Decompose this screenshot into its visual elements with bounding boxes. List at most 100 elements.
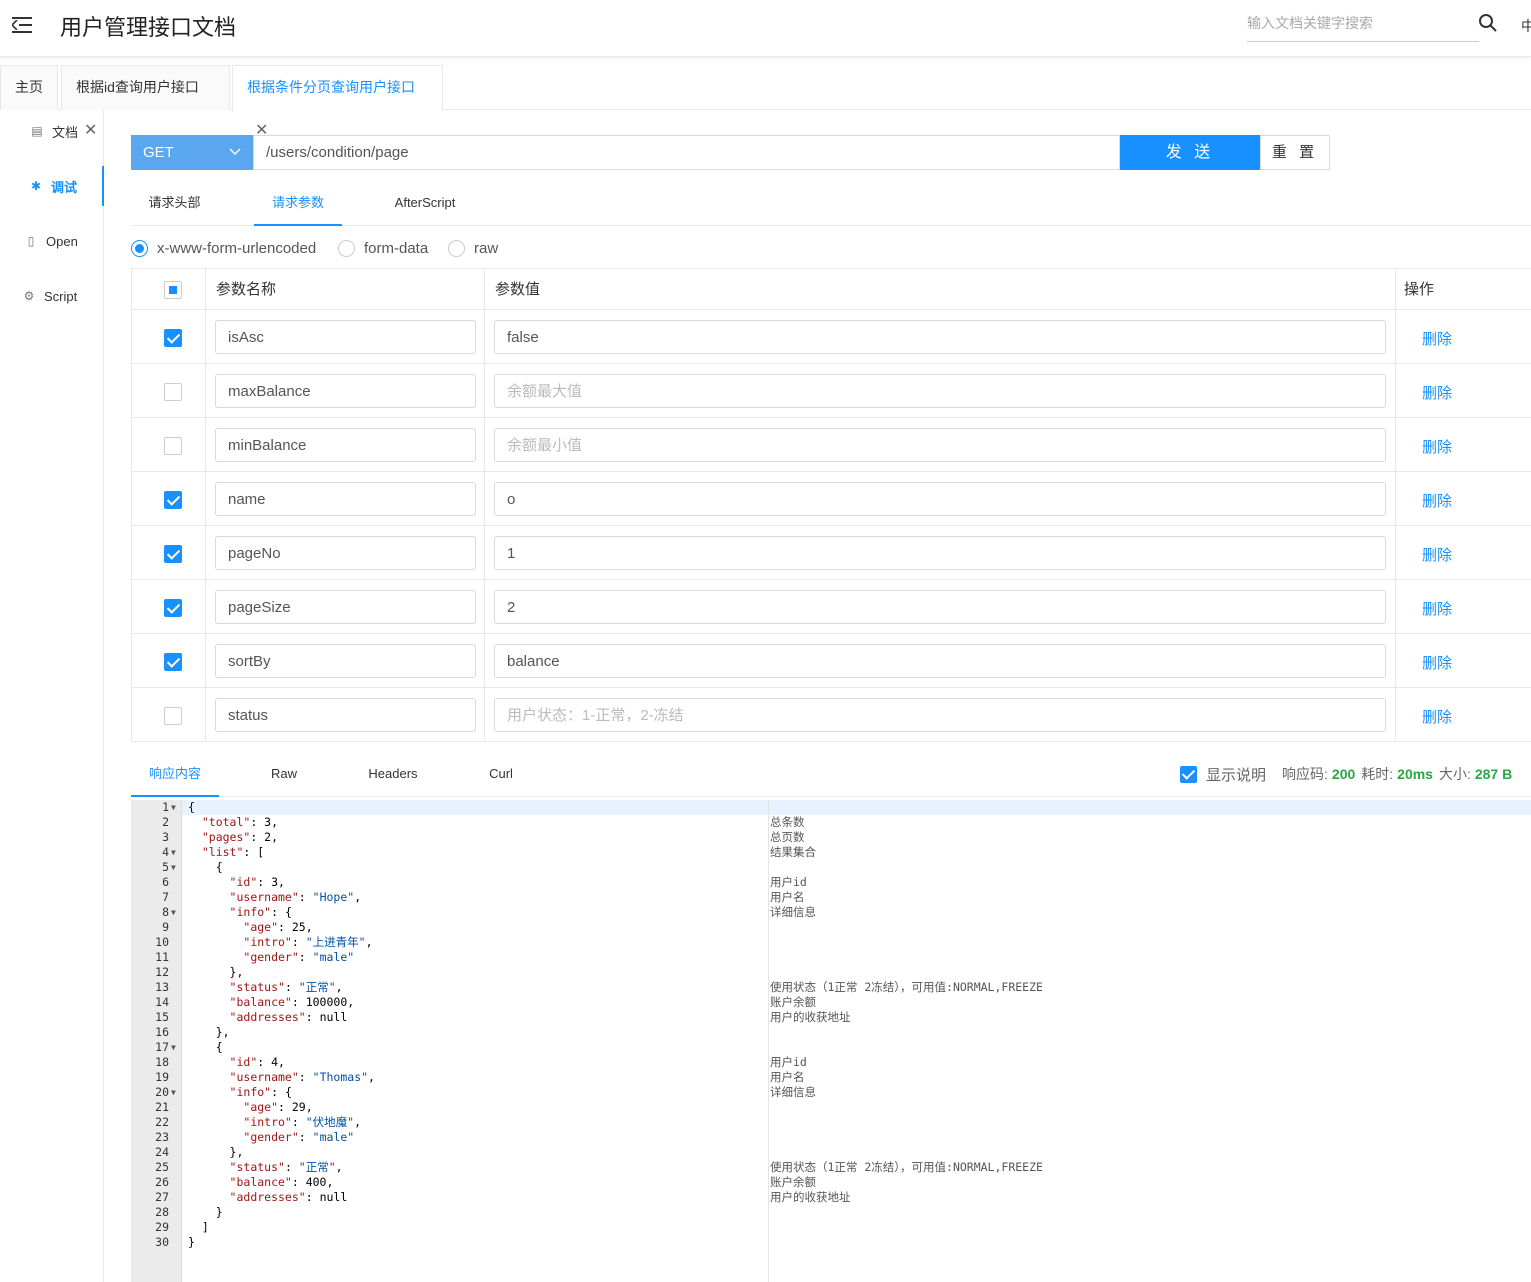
name-cell <box>206 364 485 417</box>
field-description: 详细信息 <box>770 905 816 919</box>
tab-query-by-id[interactable]: 根据id查询用户接口✕ <box>61 65 230 139</box>
param-name-input[interactable] <box>215 536 476 570</box>
param-value-input[interactable] <box>494 428 1386 462</box>
code-text: { <box>188 860 223 874</box>
param-name-input[interactable] <box>215 590 476 624</box>
language-switch[interactable]: 中 <box>1521 16 1531 36</box>
table-row: 删除 <box>132 364 1531 418</box>
select-all-checkbox[interactable] <box>164 281 182 299</box>
tab-response-raw[interactable]: Raw <box>249 755 319 797</box>
fold-toggle-icon[interactable]: ▼ <box>171 800 176 815</box>
row-checkbox[interactable] <box>164 383 182 401</box>
radio-raw[interactable]: raw <box>448 238 498 258</box>
param-value-input[interactable] <box>494 536 1386 570</box>
menu-toggle-icon[interactable] <box>12 14 34 36</box>
nav-item-doc[interactable]: ▤ 文档 <box>0 111 104 151</box>
row-checkbox[interactable] <box>164 329 182 347</box>
param-name-input[interactable] <box>215 482 476 516</box>
tab-response-content[interactable]: 响应内容 <box>131 755 219 797</box>
code-text: "balance": 400, <box>229 1175 334 1189</box>
radio-circle <box>448 239 465 257</box>
search-box <box>1247 6 1479 42</box>
row-checkbox[interactable] <box>164 653 182 671</box>
action-cell: 删除 <box>1396 364 1531 417</box>
action-cell: 删除 <box>1396 418 1531 471</box>
line-number: 25 <box>155 1160 169 1174</box>
show-desc-checkbox[interactable] <box>1180 765 1197 783</box>
delete-link[interactable]: 删除 <box>1422 436 1452 457</box>
field-description: 账户余额 <box>770 995 816 1009</box>
row-checkbox[interactable] <box>164 707 182 725</box>
tab-request-headers[interactable]: 请求头部 <box>131 183 218 226</box>
code-icon: ⚙ <box>23 289 35 303</box>
param-value-input[interactable] <box>494 590 1386 624</box>
tab-home[interactable]: 主页 <box>0 65 58 110</box>
delete-link[interactable]: 删除 <box>1422 706 1452 727</box>
code-line: 5 ▼ { <box>131 860 1531 875</box>
code-text: } <box>188 1235 195 1249</box>
radio-form-data[interactable]: form-data <box>338 238 428 258</box>
tab-response-curl[interactable]: Curl <box>466 755 536 797</box>
param-name-input[interactable] <box>215 698 476 732</box>
tab-response-headers[interactable]: Headers <box>353 755 433 797</box>
param-value-input[interactable] <box>494 374 1386 408</box>
line-number: 22 <box>155 1115 169 1129</box>
row-checkbox[interactable] <box>164 599 182 617</box>
delete-link[interactable]: 删除 <box>1422 652 1452 673</box>
nav-item-open[interactable]: ▯ Open <box>0 221 104 261</box>
code-text: "intro": "伏地魔", <box>243 1115 362 1129</box>
tab-afterscript[interactable]: AfterScript <box>381 183 469 226</box>
method-select[interactable]: GET <box>131 135 253 170</box>
code-line: 12 }, <box>131 965 1531 980</box>
value-cell <box>485 472 1396 525</box>
line-number: 20 <box>155 1085 169 1099</box>
table-row: 删除 <box>132 526 1531 580</box>
param-name-input[interactable] <box>215 320 476 354</box>
fold-toggle-icon[interactable]: ▼ <box>171 845 176 860</box>
param-value-input[interactable] <box>494 482 1386 516</box>
select-cell <box>132 580 206 633</box>
field-description: 用户名 <box>770 1070 805 1084</box>
send-button[interactable]: 发 送 <box>1120 135 1260 170</box>
field-description: 用户名 <box>770 890 805 904</box>
name-cell <box>206 580 485 633</box>
delete-link[interactable]: 删除 <box>1422 490 1452 511</box>
code-text: "pages": 2, <box>201 830 279 844</box>
row-checkbox[interactable] <box>164 437 182 455</box>
select-cell <box>132 688 206 741</box>
url-input[interactable] <box>253 135 1120 170</box>
code-line: 3 "pages": 2, 总页数 <box>131 830 1531 845</box>
nav-item-debug[interactable]: ✱ 调试 <box>0 166 104 206</box>
param-value-input[interactable] <box>494 320 1386 354</box>
code-line: 24 }, <box>131 1145 1531 1160</box>
table-row: 删除 <box>132 472 1531 526</box>
value-cell <box>485 580 1396 633</box>
nav-item-script[interactable]: ⚙ Script <box>0 276 104 316</box>
code-text: "addresses": null <box>229 1010 348 1024</box>
radio-label: x-www-form-urlencoded <box>157 239 317 257</box>
fold-toggle-icon[interactable]: ▼ <box>171 1040 176 1055</box>
radio-urlencoded[interactable]: x-www-form-urlencoded <box>131 238 316 258</box>
row-checkbox[interactable] <box>164 545 182 563</box>
delete-link[interactable]: 删除 <box>1422 328 1452 349</box>
line-number: 8 <box>162 905 169 919</box>
fold-toggle-icon[interactable]: ▼ <box>171 1085 176 1100</box>
row-checkbox[interactable] <box>164 491 182 509</box>
search-icon[interactable] <box>1478 13 1498 33</box>
params-table: 参数名称 参数值 操作 删除删除删除删除删除删除删除删除 <box>131 268 1531 742</box>
fold-toggle-icon[interactable]: ▼ <box>171 905 176 920</box>
response-code-viewer[interactable]: 1 ▼{2 "total": 3, 总条数 3 "pages": 2, 总页数 4 ▼ "l… <box>131 800 1531 1282</box>
param-value-input[interactable] <box>494 698 1386 732</box>
search-input[interactable] <box>1247 6 1479 40</box>
param-name-input[interactable] <box>215 374 476 408</box>
tab-request-params[interactable]: 请求参数 <box>254 183 342 226</box>
param-name-input[interactable] <box>215 428 476 462</box>
tab-query-by-condition[interactable]: 根据条件分页查询用户接口✕ <box>232 65 443 139</box>
delete-link[interactable]: 删除 <box>1422 382 1452 403</box>
delete-link[interactable]: 删除 <box>1422 598 1452 619</box>
param-name-input[interactable] <box>215 644 476 678</box>
delete-link[interactable]: 删除 <box>1422 544 1452 565</box>
fold-toggle-icon[interactable]: ▼ <box>171 860 176 875</box>
param-value-input[interactable] <box>494 644 1386 678</box>
reset-button[interactable]: 重 置 <box>1260 135 1330 170</box>
